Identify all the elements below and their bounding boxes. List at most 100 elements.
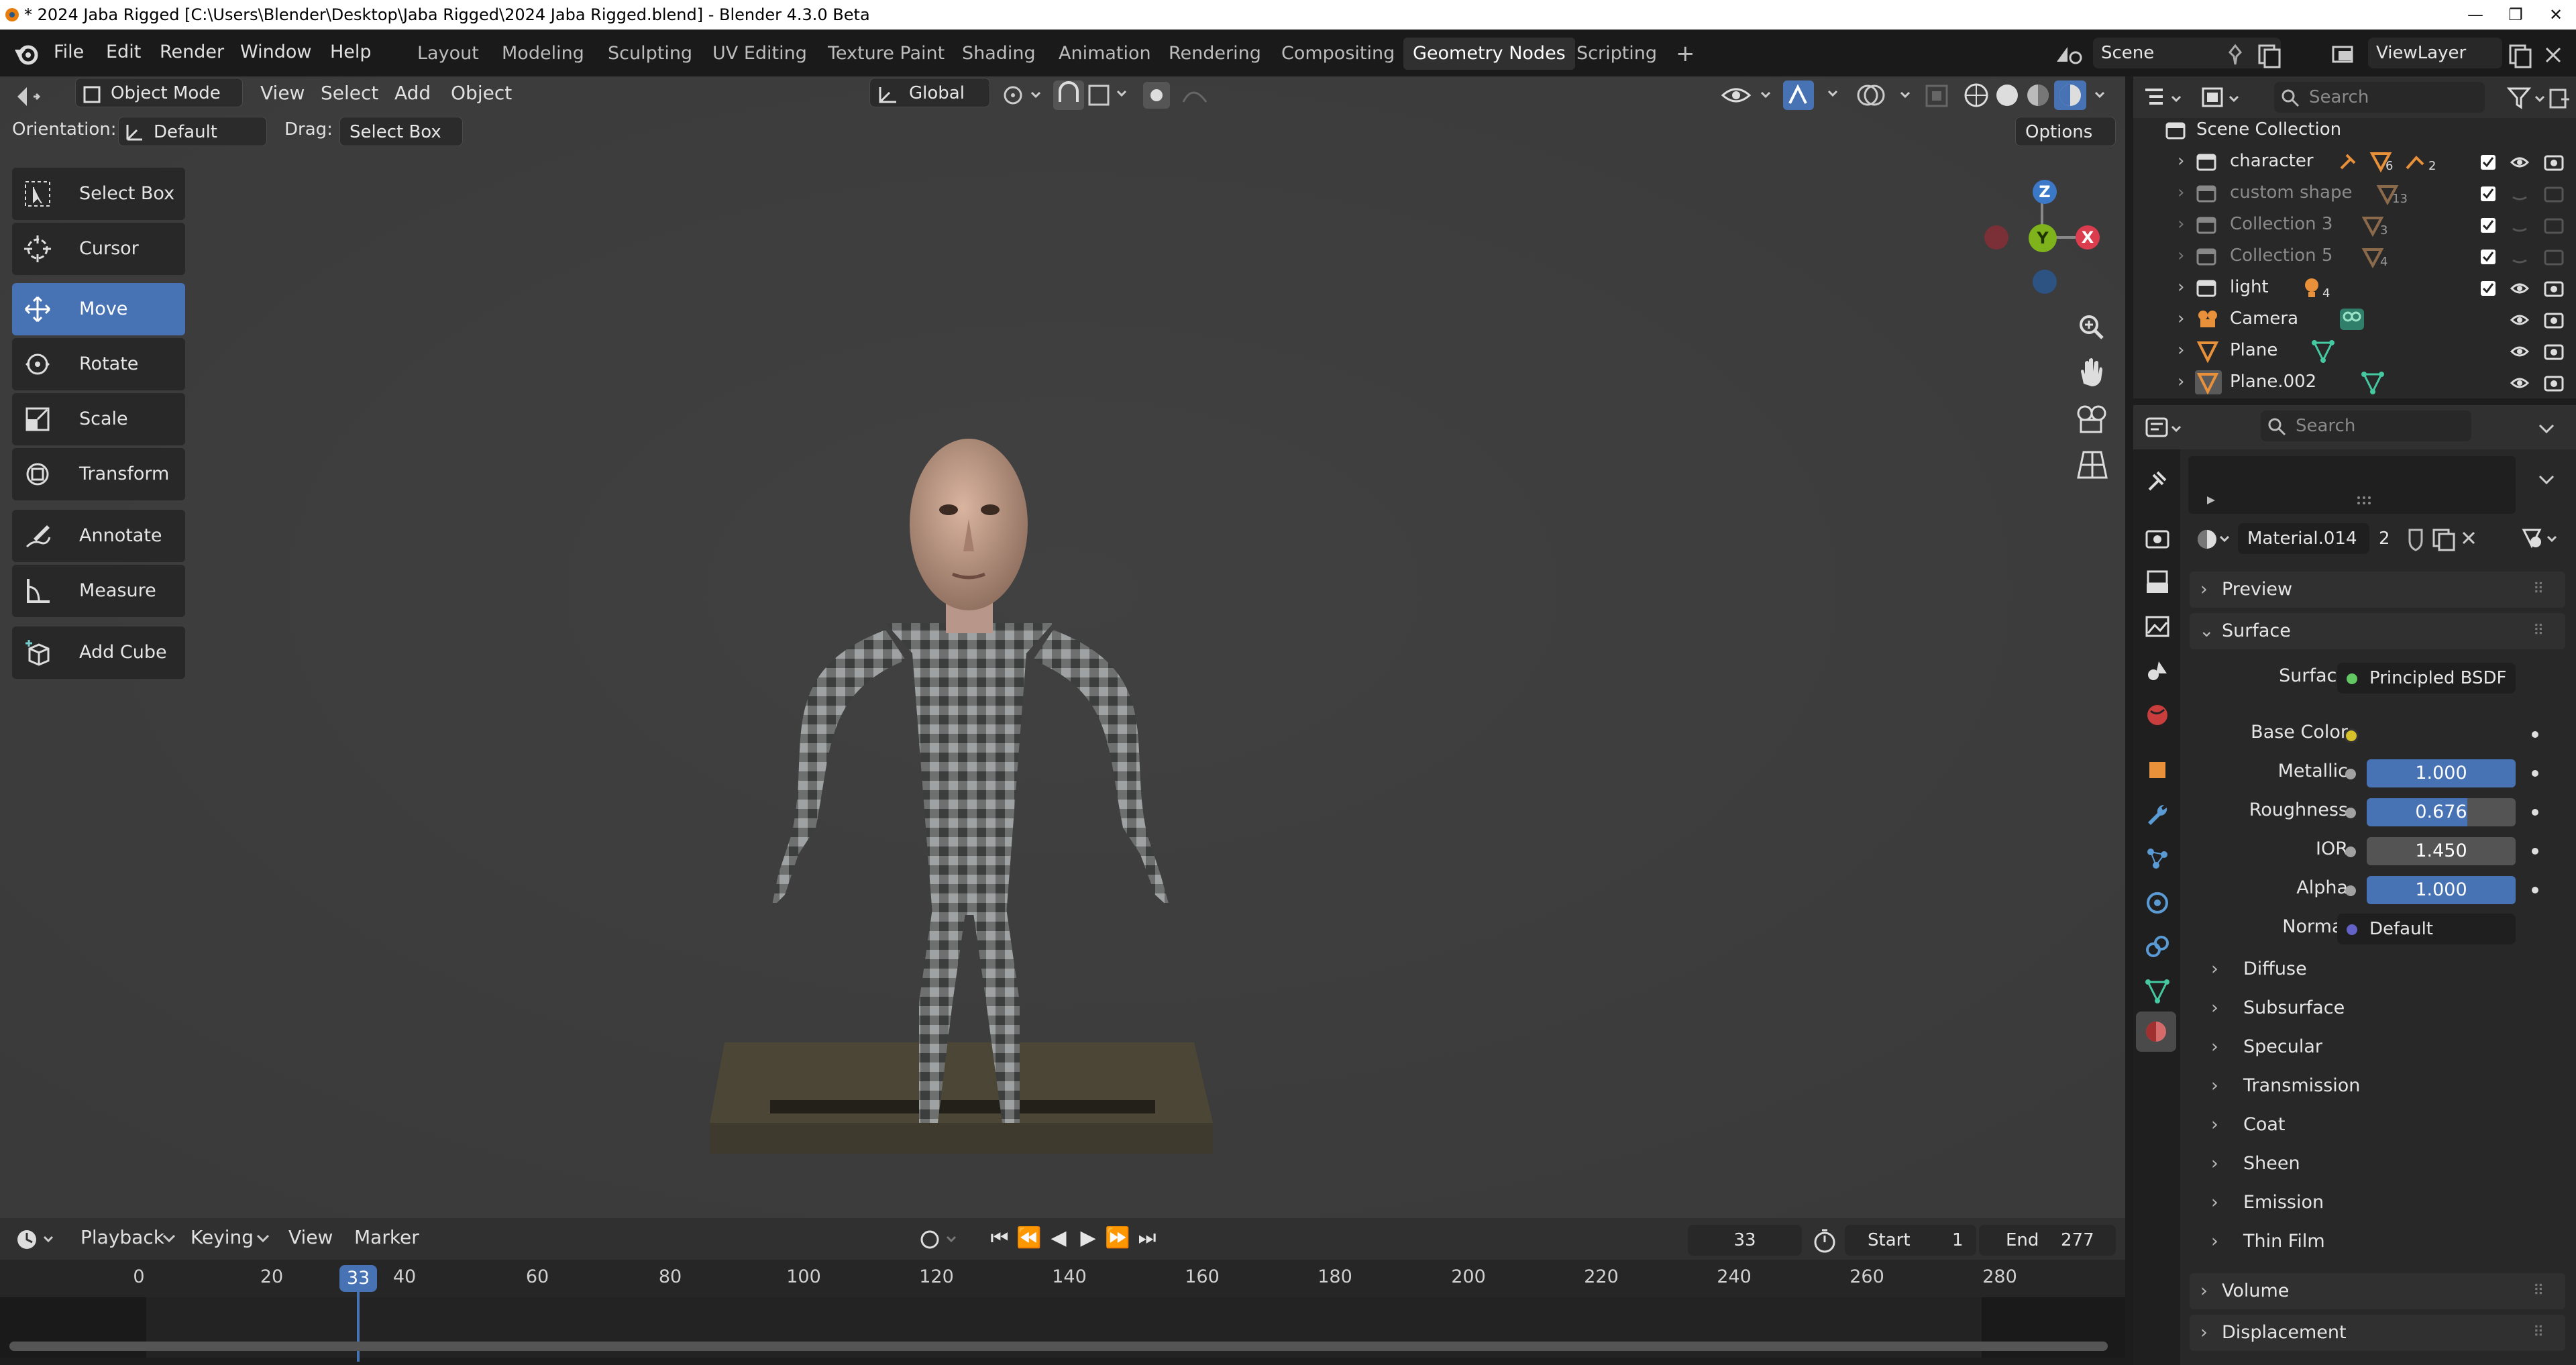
menu-file[interactable]: File (48, 38, 89, 67)
subsection-diffuse[interactable]: › Diffuse (2207, 952, 2563, 986)
material-tab-icon[interactable] (2143, 1018, 2169, 1045)
add-workspace-button[interactable]: + (1666, 38, 1705, 70)
row-toggles[interactable] (2478, 247, 2572, 267)
row-toggles[interactable] (2478, 215, 2572, 235)
tool-select-box[interactable]: Select Box (12, 168, 185, 220)
gizmo-neg-z-axis[interactable] (2033, 270, 2057, 294)
keyframe-dot-icon[interactable] (2532, 731, 2538, 738)
subsection-coat[interactable]: › Coat (2207, 1108, 2563, 1142)
metallic-slider[interactable]: 1.000 (2367, 759, 2516, 787)
outliner-row-camera[interactable]: › Camera (2133, 303, 2576, 335)
material-actions-icons[interactable] (2404, 526, 2478, 553)
stopwatch-icon[interactable] (1810, 1226, 1839, 1256)
frame-start-field[interactable]: Start 1 (1845, 1225, 1976, 1256)
resize-handle-icon[interactable] (2353, 494, 2380, 507)
select-menu[interactable]: Select (321, 82, 378, 104)
keyframe-dot-icon[interactable] (2532, 848, 2538, 855)
editor-type-icon[interactable] (13, 82, 51, 111)
tab-scripting[interactable]: Scripting (1567, 38, 1666, 70)
options-dropdown[interactable]: Options (2015, 117, 2116, 146)
physics-tab-icon[interactable] (2144, 889, 2171, 916)
camera-view-icon[interactable] (2074, 402, 2110, 436)
blender-menu-icon[interactable] (12, 40, 42, 67)
tab-uv-editing[interactable]: UV Editing (703, 38, 816, 70)
expand-icon[interactable]: › (2178, 372, 2184, 392)
frame-end-field[interactable]: End 277 (1979, 1225, 2116, 1256)
new-collection-icon[interactable] (2548, 86, 2571, 113)
section-volume[interactable]: › Volume ⠿ (2190, 1273, 2565, 1309)
drag-handle-icon[interactable]: ⠿ (2533, 613, 2544, 649)
material-users-count[interactable]: 2 (2372, 523, 2400, 554)
add-menu[interactable]: Add (394, 82, 431, 104)
drag-handle-icon[interactable]: ⠿ (2533, 571, 2544, 608)
outliner-row-collection-3[interactable]: › Collection 3 3 (2133, 209, 2576, 240)
keyframe-dot-icon[interactable] (2532, 809, 2538, 816)
object-menu[interactable]: Object (451, 82, 512, 104)
keying-menu[interactable]: Keying (191, 1226, 254, 1248)
restore-button[interactable]: ❐ (2496, 1, 2536, 28)
navigation-gizmo[interactable]: Z Y X (1975, 170, 2109, 305)
next-keyframe-button[interactable]: ⏩ (1104, 1226, 1131, 1250)
row-toggles[interactable] (2478, 278, 2572, 298)
play-button[interactable]: ▶ (1075, 1226, 1102, 1250)
subsection-sheen[interactable]: › Sheen (2207, 1147, 2563, 1181)
section-displacement[interactable]: › Displacement ⠿ (2190, 1315, 2565, 1351)
view-layer-field[interactable]: ViewLayer (2368, 38, 2502, 68)
pin-icon[interactable] (2223, 43, 2247, 67)
view-layer-icon[interactable] (2329, 42, 2361, 68)
ior-field[interactable]: 1.450 (2367, 837, 2516, 865)
expand-icon[interactable]: › (2178, 277, 2184, 297)
render-tab-icon[interactable] (2144, 525, 2171, 551)
tool-measure[interactable]: Measure (12, 565, 185, 617)
drag-handle-icon[interactable]: ⠿ (2533, 1273, 2544, 1309)
outliner-row-plane[interactable]: › Plane (2133, 335, 2576, 366)
outliner-row-collection-5[interactable]: › Collection 5 4 (2133, 240, 2576, 272)
scene-tab-icon[interactable] (2144, 657, 2171, 684)
particles-tab-icon[interactable] (2144, 845, 2171, 872)
jump-end-button[interactable]: ⏭ (1134, 1226, 1161, 1250)
gizmo-x-axis[interactable]: X (2076, 225, 2100, 250)
outliner-row-custom-shape[interactable]: › custom shape 13 (2133, 177, 2576, 209)
outliner-row-scene-collection[interactable]: Scene Collection (2133, 114, 2576, 146)
close-window-button[interactable]: ✕ (2536, 1, 2576, 28)
row-toggles[interactable] (2506, 341, 2573, 362)
expand-icon[interactable]: › (2178, 182, 2184, 203)
tab-geometry-nodes[interactable]: Geometry Nodes (1403, 38, 1575, 70)
3d-viewport[interactable]: Object Mode View Select Add Object Globa… (0, 76, 2125, 1218)
tab-shading[interactable]: Shading (953, 38, 1045, 70)
tool-tab-icon[interactable] (2144, 467, 2171, 494)
subsection-emission[interactable]: › Emission (2207, 1186, 2563, 1219)
expand-icon[interactable]: › (2178, 214, 2184, 234)
drag-dropdown[interactable]: Select Box (339, 117, 463, 146)
row-toggles[interactable] (2506, 310, 2573, 330)
playhead-frame-label[interactable]: 33 (339, 1265, 377, 1292)
outliner-search-input[interactable]: Search (2274, 82, 2485, 113)
scene-name-field[interactable]: Scene (2093, 38, 2281, 68)
tab-rendering[interactable]: Rendering (1159, 38, 1271, 70)
play-reverse-button[interactable]: ◀ (1045, 1226, 1072, 1250)
playback-menu[interactable]: Playback (80, 1226, 164, 1248)
current-frame-field[interactable]: 33 (1688, 1225, 1802, 1256)
expand-icon[interactable]: › (2178, 340, 2184, 360)
alpha-slider[interactable]: 1.000 (2367, 876, 2516, 904)
world-tab-icon[interactable] (2144, 702, 2171, 728)
keyframe-dot-icon[interactable] (2532, 887, 2538, 893)
shading-mode-icons[interactable] (1957, 79, 2112, 111)
section-preview[interactable]: › Preview ⠿ (2190, 571, 2565, 608)
pivot-point-icon[interactable] (1000, 82, 1046, 109)
expand-icon[interactable]: › (2178, 245, 2184, 266)
chevron-down-icon[interactable] (2533, 470, 2560, 490)
tab-texture-paint[interactable]: Texture Paint (818, 38, 954, 70)
roughness-slider[interactable]: 0.676 (2367, 798, 2516, 826)
outliner-row-plane-002[interactable]: › Plane.002 (2133, 366, 2576, 398)
tool-rotate[interactable]: Rotate (12, 338, 185, 390)
visibility-icon[interactable] (1720, 82, 1780, 109)
expand-icon[interactable]: › (2178, 309, 2184, 329)
tool-cursor[interactable]: Cursor (12, 223, 185, 275)
marker-menu[interactable]: Marker (354, 1226, 419, 1248)
output-tab-icon[interactable] (2144, 569, 2171, 596)
zoom-icon[interactable] (2076, 311, 2109, 345)
outliner-row-character[interactable]: › character 6 2 (2133, 146, 2576, 177)
new-view-layer-icon[interactable] (2506, 42, 2533, 68)
perspective-toggle-icon[interactable] (2076, 448, 2109, 482)
